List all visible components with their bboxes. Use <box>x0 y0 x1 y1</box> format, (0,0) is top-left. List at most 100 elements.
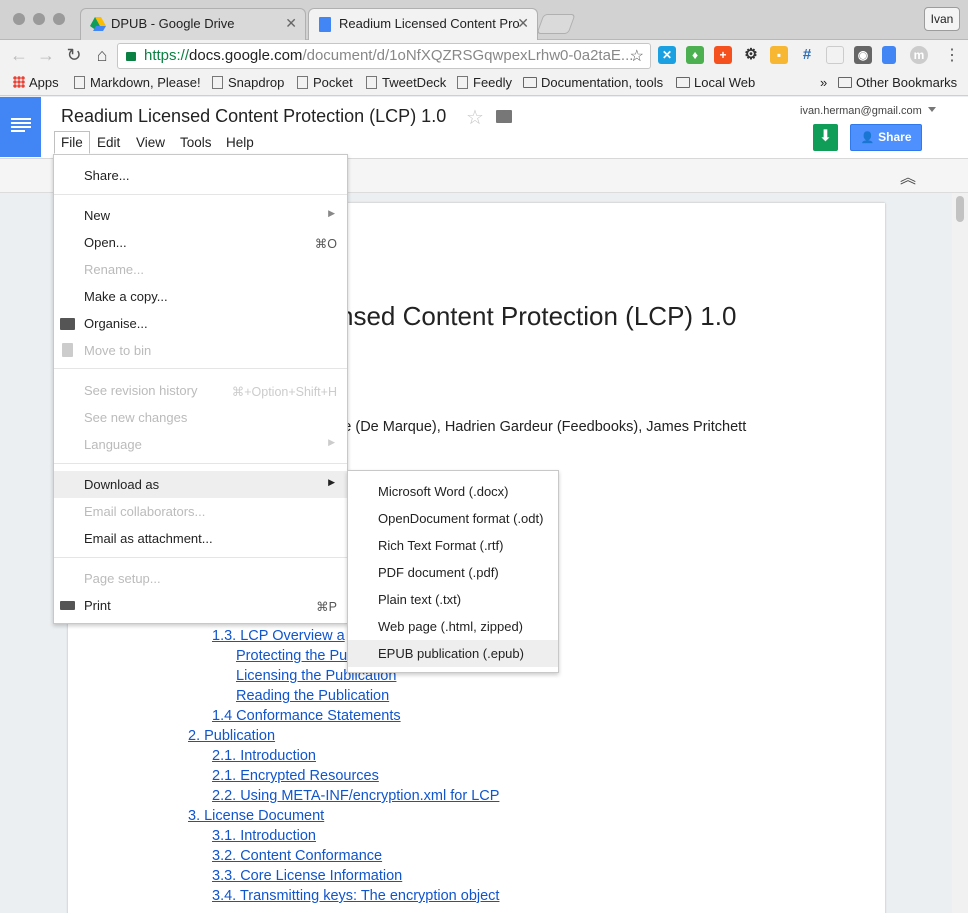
bookmark-item[interactable]: TweetDeck <box>366 75 446 90</box>
comment-icon[interactable] <box>826 46 844 64</box>
bookmark-apps[interactable]: Apps <box>13 75 59 90</box>
menu-separator <box>54 463 347 464</box>
folder-icon <box>60 318 75 330</box>
browser-toolbar: ← → ↻ ⌂ https://docs.google.com/document… <box>0 40 968 71</box>
collapse-icon[interactable]: ︽ <box>900 164 916 188</box>
document-title[interactable]: Readium Licensed Content Protection (LCP… <box>61 106 446 127</box>
tab-strip: DPUB - Google Drive ✕ Readium Licensed C… <box>0 0 968 40</box>
docs-header: Readium Licensed Content Protection (LCP… <box>0 97 968 159</box>
toc-link[interactable]: 1.3. LCP Overview a <box>212 628 345 644</box>
bookmark-item[interactable]: Markdown, Please! <box>74 75 201 90</box>
hash-icon[interactable]: # <box>798 46 816 64</box>
bookmark-item[interactable]: Feedly <box>457 75 512 90</box>
menu-item-organise[interactable]: Organise... <box>54 310 347 337</box>
toc-link[interactable]: 2.1. Encrypted Resources <box>212 768 379 784</box>
toc-link[interactable]: Protecting the Pu <box>236 648 347 664</box>
menu-separator <box>54 194 347 195</box>
toc-link[interactable]: 3.1. Introduction <box>212 828 316 844</box>
account-email[interactable]: ivan.herman@gmail.com <box>800 105 922 117</box>
page-icon <box>74 76 85 89</box>
menu-item-download-as[interactable]: Download as ▶ <box>54 471 347 498</box>
gear-extension-icon[interactable]: ⚙ <box>742 46 760 64</box>
menu-item-revision-history: See revision history ⌘+Option+Shift+H <box>84 383 337 399</box>
toc-link[interactable]: 2. Publication <box>188 728 275 744</box>
toc-link[interactable]: 2.2. Using META-INF/encryption.xml for L… <box>212 788 499 804</box>
scrollbar-thumb[interactable] <box>956 196 964 222</box>
minimize-window-button[interactable] <box>33 13 45 25</box>
star-icon[interactable]: ☆ <box>466 105 484 130</box>
bookmark-folder[interactable]: Local Web <box>676 75 755 90</box>
menu-item-email-attachment[interactable]: Email as attachment... <box>54 525 347 552</box>
address-bar[interactable]: https://docs.google.com/document/d/1oNfX… <box>117 43 651 69</box>
url-host: docs.google.com <box>189 47 303 64</box>
toc-link[interactable]: 1.4 Conformance Statements <box>212 708 401 724</box>
download-rtf[interactable]: Rich Text Format (.rtf) <box>348 532 558 559</box>
addon-icon[interactable]: ⬇ <box>813 124 838 151</box>
profile-button[interactable]: Ivan <box>924 7 960 31</box>
menu-help[interactable]: Help <box>221 133 259 152</box>
lock-icon <box>126 52 136 61</box>
plus-extension-icon[interactable]: + <box>714 46 732 64</box>
extension-icon[interactable]: ▪ <box>770 46 788 64</box>
menu-view[interactable]: View <box>131 133 170 152</box>
download-docx[interactable]: Microsoft Word (.docx) <box>348 478 558 505</box>
zoom-window-button[interactable] <box>53 13 65 25</box>
home-button[interactable]: ⌂ <box>91 44 113 66</box>
person-icon: 👤 <box>860 132 875 144</box>
file-menu: Share... New ▶ Open... ⌘O Rename... Make a… <box>53 154 348 624</box>
menu-tools[interactable]: Tools <box>175 133 217 152</box>
download-html[interactable]: Web page (.html, zipped) <box>348 613 558 640</box>
forward-button[interactable]: → <box>35 44 57 66</box>
page-icon <box>297 76 308 89</box>
submenu-arrow-icon: ▶ <box>328 437 335 447</box>
other-bookmarks-folder[interactable]: Other Bookmarks <box>838 75 957 90</box>
toc-link[interactable]: 2.1. Introduction <box>212 748 316 764</box>
submenu-arrow-icon: ▶ <box>328 208 335 218</box>
evernote-icon[interactable]: ♦ <box>686 46 704 64</box>
menu-item-share[interactable]: Share... <box>54 162 347 189</box>
bookmark-star-icon[interactable]: ☆ <box>630 46 644 66</box>
bookmark-item[interactable]: Pocket <box>297 75 353 90</box>
docs-extension-icon[interactable] <box>882 46 896 64</box>
folder-icon <box>676 77 690 88</box>
menu-item-page-setup: Page setup... <box>84 571 161 586</box>
bookmarks-overflow-button[interactable]: » <box>820 75 827 90</box>
reload-button[interactable]: ↻ <box>63 44 85 66</box>
chevron-down-icon[interactable] <box>928 107 936 112</box>
tab-drive[interactable]: DPUB - Google Drive ✕ <box>80 8 306 40</box>
close-tab-icon[interactable]: ✕ <box>285 15 297 32</box>
menu-edit[interactable]: Edit <box>92 133 125 152</box>
close-tab-icon[interactable]: ✕ <box>517 15 529 32</box>
toc-link[interactable]: 3. License Document <box>188 808 324 824</box>
tab-docs[interactable]: Readium Licensed Content Pro ✕ <box>308 8 538 40</box>
scrollbar[interactable] <box>952 193 968 913</box>
folder-icon[interactable] <box>496 110 512 123</box>
shortcut-text: ⌘O <box>314 237 337 251</box>
m-extension-icon[interactable]: m <box>910 46 928 64</box>
browser-menu-icon[interactable]: ⋮ <box>944 45 960 65</box>
menu-item-print[interactable]: Print ⌘P <box>54 592 347 619</box>
download-txt[interactable]: Plain text (.txt) <box>348 586 558 613</box>
toc-link[interactable]: 3.4. Transmitting keys: The encryption o… <box>212 888 499 904</box>
close-window-button[interactable] <box>13 13 25 25</box>
new-tab-button[interactable] <box>536 14 576 34</box>
extension-icon[interactable]: ✕ <box>658 46 676 64</box>
menu-item-open[interactable]: Open... ⌘O <box>54 229 347 256</box>
share-button[interactable]: 👤 Share <box>850 124 922 151</box>
toc-link[interactable]: 3.3. Core License Information <box>212 868 402 884</box>
download-epub[interactable]: EPUB publication (.epub) <box>348 640 558 667</box>
menu-item-make-copy[interactable]: Make a copy... <box>54 283 347 310</box>
download-odt[interactable]: OpenDocument format (.odt) <box>348 505 558 532</box>
menu-item-new[interactable]: New ▶ <box>54 202 347 229</box>
toc-link[interactable]: Reading the Publication <box>236 688 389 704</box>
bookmark-folder[interactable]: Documentation, tools <box>523 75 663 90</box>
docs-home-icon[interactable] <box>0 97 41 157</box>
bookmark-item[interactable]: Snapdrop <box>212 75 284 90</box>
menu-item-email-collaborators: Email collaborators... <box>84 504 206 519</box>
menu-file[interactable]: File <box>54 131 90 154</box>
download-pdf[interactable]: PDF document (.pdf) <box>348 559 558 586</box>
back-button[interactable]: ← <box>8 44 30 66</box>
toc-link[interactable]: 3.2. Content Conformance <box>212 848 382 864</box>
printer-icon <box>60 601 75 610</box>
octocat-icon[interactable]: ◉ <box>854 46 872 64</box>
